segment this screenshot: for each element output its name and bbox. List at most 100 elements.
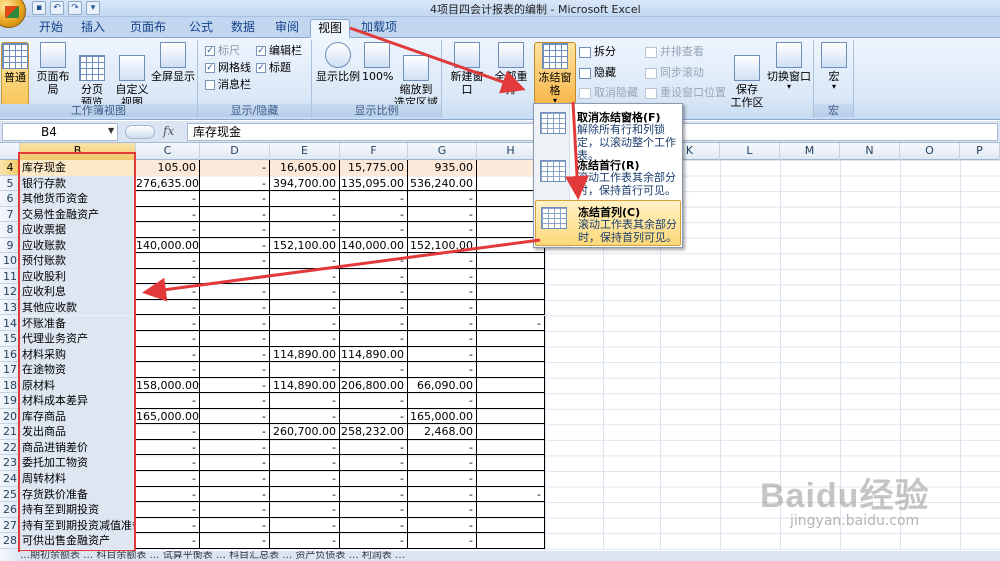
cell-c[interactable]: -: [136, 284, 200, 300]
cell-b[interactable]: 周转材料: [20, 471, 136, 487]
cell-c[interactable]: -: [136, 455, 200, 471]
cell-e[interactable]: 152,100.00: [270, 237, 340, 254]
cell-h[interactable]: [477, 284, 545, 300]
column-header-l[interactable]: L: [720, 143, 780, 160]
cell-b[interactable]: 原材料: [20, 377, 136, 394]
cell-e[interactable]: -: [270, 502, 340, 518]
cell-g[interactable]: -: [408, 533, 477, 549]
zoom-to-selection-button[interactable]: 缩放到 选定区域: [394, 42, 438, 109]
cell-g[interactable]: 165,000.00: [408, 408, 477, 425]
cell-f[interactable]: -: [340, 439, 408, 456]
split-button[interactable]: 拆分: [579, 45, 616, 59]
unhide-button[interactable]: 取消隐藏: [579, 86, 638, 100]
cell-h[interactable]: [477, 393, 545, 409]
cell-d[interactable]: -: [200, 191, 270, 207]
cell-f[interactable]: 206,800.00: [340, 377, 408, 394]
cell-g[interactable]: -: [408, 471, 477, 487]
cell-g[interactable]: -: [408, 439, 477, 456]
cell-g[interactable]: -: [408, 222, 477, 238]
cell-d[interactable]: -: [200, 439, 270, 456]
cell-g[interactable]: -: [408, 393, 477, 409]
arrange-all-button[interactable]: 全部重排: [490, 42, 532, 96]
row-header[interactable]: 24: [0, 471, 20, 487]
cell-d[interactable]: -: [200, 377, 270, 394]
save-icon[interactable]: ▪: [32, 1, 46, 15]
cell-h[interactable]: [477, 439, 545, 456]
new-window-button[interactable]: 新建窗口: [446, 42, 488, 96]
cell-h[interactable]: [477, 517, 545, 534]
zoom-button[interactable]: 显示比例: [316, 42, 360, 83]
cell-c[interactable]: -: [136, 533, 200, 549]
row-header[interactable]: 19: [0, 393, 20, 409]
cell-d[interactable]: -: [200, 471, 270, 487]
cell-c[interactable]: 158,000.00: [136, 377, 200, 394]
cell-c[interactable]: -: [136, 424, 200, 440]
row-header[interactable]: 7: [0, 207, 20, 223]
cell-c[interactable]: -: [136, 471, 200, 487]
cell-e[interactable]: -: [270, 331, 340, 347]
tab-page-layout[interactable]: 页面布局: [126, 19, 170, 51]
select-all-corner[interactable]: [0, 143, 20, 160]
cell-b[interactable]: 应收利息: [20, 284, 136, 300]
cell-d[interactable]: -: [200, 362, 270, 378]
switch-window-button[interactable]: 切换窗口 ▾: [766, 42, 812, 91]
cell-b[interactable]: 商品进销差价: [20, 439, 136, 456]
cell-c[interactable]: -: [136, 253, 200, 269]
row-header[interactable]: 10: [0, 253, 20, 269]
message-bar-checkbox[interactable]: 消息栏: [205, 78, 251, 92]
cell-c[interactable]: -: [136, 486, 200, 503]
worksheet-grid[interactable]: 库存现金 105.00-16,605.00 15,775.00 935.00 银行存款 2…: [20, 160, 1000, 561]
column-header-m[interactable]: M: [780, 143, 840, 160]
tab-formulas[interactable]: 公式: [188, 19, 214, 38]
cell-h[interactable]: [477, 424, 545, 440]
column-header-f[interactable]: F: [340, 143, 408, 160]
gridlines-checkbox[interactable]: ✓ 网格线: [205, 61, 251, 75]
cell-d[interactable]: -: [200, 206, 270, 223]
row-header[interactable]: 28: [0, 533, 20, 549]
cell-b[interactable]: 坏账准备: [20, 315, 136, 332]
cell-b[interactable]: 库存现金: [20, 160, 136, 176]
row-header[interactable]: 6: [0, 191, 20, 207]
cell-d[interactable]: -: [200, 284, 270, 300]
cell-e[interactable]: -: [270, 268, 340, 285]
cell-g[interactable]: 152,100.00: [408, 237, 477, 254]
tab-addins[interactable]: 加载项: [360, 19, 398, 38]
cell-e[interactable]: -: [270, 533, 340, 549]
cell-d[interactable]: -: [200, 502, 270, 518]
page-break-preview-button[interactable]: 分页 预览: [77, 42, 107, 109]
cell-d[interactable]: -: [200, 533, 270, 549]
cell-e[interactable]: 394,700.00: [270, 175, 340, 192]
cell-g[interactable]: -: [408, 455, 477, 471]
ruler-checkbox[interactable]: ✓ 标尺: [205, 44, 240, 58]
cell-b[interactable]: 库存商品: [20, 408, 136, 425]
cell-d[interactable]: -: [200, 315, 270, 332]
cell-f[interactable]: -: [340, 331, 408, 347]
row-header[interactable]: 12: [0, 284, 20, 300]
save-workspace-button[interactable]: 保存 工作区: [730, 42, 764, 109]
cell-d[interactable]: -: [200, 222, 270, 238]
cell-f[interactable]: -: [340, 253, 408, 269]
cell-b[interactable]: 应收票据: [20, 222, 136, 238]
cell-g[interactable]: -: [408, 268, 477, 285]
cell-h[interactable]: [477, 377, 545, 394]
cell-c[interactable]: -: [136, 222, 200, 238]
qat-dropdown-icon[interactable]: ▾: [86, 1, 100, 15]
cell-b[interactable]: 预付账款: [20, 253, 136, 269]
cell-f[interactable]: -: [340, 191, 408, 207]
menu-item-freeze-top-row[interactable]: 冻结首行(R) 滚动工作表其余部分时，保持首行可见。: [535, 154, 681, 200]
full-screen-button[interactable]: 全屏显示: [151, 42, 195, 83]
column-header-g[interactable]: G: [408, 143, 477, 160]
column-header-n[interactable]: N: [840, 143, 900, 160]
cell-c[interactable]: 276,635.00: [136, 175, 200, 192]
cell-h[interactable]: [477, 502, 545, 518]
cell-e[interactable]: -: [270, 206, 340, 223]
reset-position-button[interactable]: 重设窗口位置: [645, 86, 726, 100]
cell-e[interactable]: 16,605.00: [270, 160, 340, 176]
column-header-b[interactable]: B: [20, 143, 136, 160]
cell-g[interactable]: -: [408, 486, 477, 503]
cell-f[interactable]: -: [340, 315, 408, 332]
cell-e[interactable]: -: [270, 439, 340, 456]
tab-view[interactable]: 视图: [310, 19, 350, 38]
row-header[interactable]: 11: [0, 269, 20, 285]
cell-b[interactable]: 交易性金融资产: [20, 206, 136, 223]
